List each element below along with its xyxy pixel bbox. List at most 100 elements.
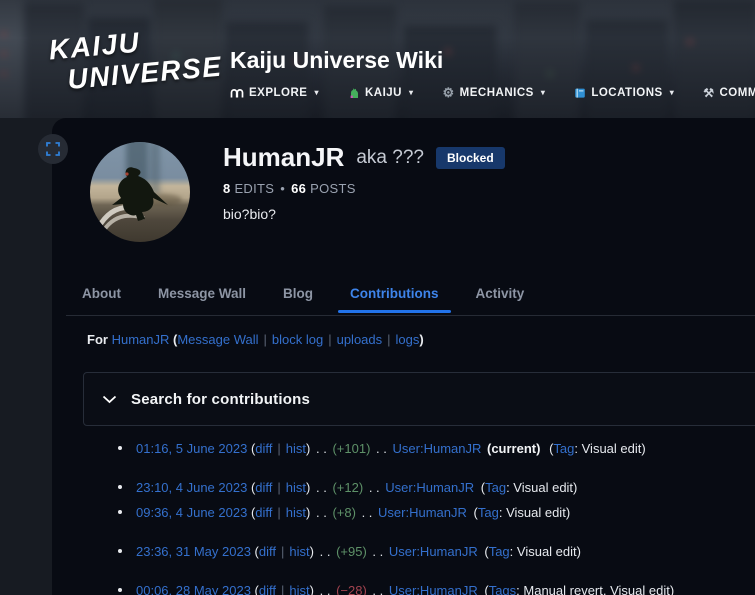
page-link[interactable]: User:HumanJR — [389, 544, 478, 559]
hist-link[interactable]: hist — [289, 583, 309, 595]
tag-text: : Visual edit — [574, 441, 642, 456]
posts-label: POSTS — [310, 181, 356, 196]
posts-count: 66 — [291, 181, 307, 196]
tab-about[interactable]: About — [80, 286, 123, 313]
timestamp-link[interactable]: 23:36, 31 May 2023 — [136, 544, 251, 559]
book-icon — [574, 87, 586, 99]
page: KAIJU UNIVERSE Kaiju Universe Wiki EXPLO… — [0, 0, 755, 595]
contributions-group: 23:36, 31 May 2023 (diff | hist) . . (+95)… — [116, 539, 674, 564]
tag-text: : Visual edit — [506, 480, 574, 495]
username: HumanJR — [223, 142, 345, 172]
chevron-down-icon: ▾ — [314, 88, 319, 97]
tag-link[interactable]: Tag — [489, 544, 510, 559]
message-wall-link[interactable]: Message Wall — [177, 332, 258, 347]
blocked-badge: Blocked — [435, 146, 505, 169]
contribution-entry: 23:36, 31 May 2023 (diff | hist) . . (+95)… — [116, 539, 674, 564]
timestamp-link[interactable]: 00:06, 28 May 2023 — [136, 583, 251, 595]
timestamp-link[interactable]: 23:10, 4 June 2023 — [136, 480, 247, 495]
profile-masthead: HumanJR aka ??? Blocked — [223, 142, 505, 173]
nav-label: COMMUNITY INFO — [719, 86, 755, 99]
tag-text: : Manual revert, Visual edit — [516, 583, 670, 595]
edits-count: 8 — [223, 181, 231, 196]
profile-bio: bio?bio? — [223, 206, 276, 222]
chevron-down-icon — [102, 395, 117, 404]
hist-link[interactable]: hist — [289, 544, 309, 559]
explore-icon — [230, 87, 244, 98]
profile-stats: 8 EDITS • 66 POSTS — [223, 181, 356, 196]
gear-icon: ⚙ — [442, 85, 455, 100]
tab-message-wall[interactable]: Message Wall — [156, 286, 248, 313]
page-link[interactable]: User:HumanJR — [378, 505, 467, 520]
contribution-entry: 09:36, 4 June 2023 (diff | hist) . . (+8) … — [116, 500, 674, 525]
tag-link[interactable]: Tag — [553, 441, 574, 456]
contributions-for-line: For HumanJR (Message Wall | block log | uplo… — [87, 332, 424, 347]
timestamp-link[interactable]: 01:16, 5 June 2023 — [136, 441, 247, 456]
byte-change: (+101) — [332, 441, 371, 456]
tabs-divider — [66, 315, 755, 316]
nav-kaiju[interactable]: KAIJU ▾ — [348, 87, 414, 99]
diff-link[interactable]: diff — [259, 544, 276, 559]
chevron-down-icon: ▾ — [409, 88, 414, 97]
logs-link[interactable]: logs — [396, 332, 420, 347]
contributions-group: 01:16, 5 June 2023 (diff | hist) . . (+101… — [116, 436, 674, 461]
tab-activity[interactable]: Activity — [474, 286, 527, 313]
diff-link[interactable]: diff — [255, 480, 272, 495]
diff-link[interactable]: diff — [255, 505, 272, 520]
community-header: KAIJU UNIVERSE Kaiju Universe Wiki EXPLO… — [0, 0, 755, 118]
contributions-list: 01:16, 5 June 2023 (diff | hist) . . (+101… — [116, 436, 674, 595]
contributions-group: 00:06, 28 May 2023 (diff | hist) . . (−28)… — [116, 578, 674, 595]
tag-text: : Visual edit — [509, 544, 577, 559]
byte-change: (+95) — [336, 544, 367, 559]
page-link[interactable]: User:HumanJR — [389, 583, 478, 595]
byte-change: (−28) — [336, 583, 367, 595]
edits-label: EDITS — [234, 181, 275, 196]
tab-contributions[interactable]: Contributions — [337, 286, 452, 313]
page-link[interactable]: User:HumanJR — [393, 441, 482, 456]
hist-link[interactable]: hist — [286, 441, 306, 456]
diff-link[interactable]: diff — [255, 441, 272, 456]
stats-separator: • — [280, 181, 286, 196]
search-panel-title: Search for contributions — [131, 390, 310, 408]
expand-icon — [46, 142, 60, 156]
user-link[interactable]: HumanJR — [112, 332, 170, 347]
avatar — [90, 142, 190, 242]
tag-text: : Visual edit — [498, 505, 566, 520]
nav-explore[interactable]: EXPLORE ▾ — [230, 87, 319, 99]
tag-link[interactable]: Tag — [485, 480, 506, 495]
contributions-group: 23:10, 4 June 2023 (diff | hist) . . (+12)… — [116, 475, 674, 525]
expand-profile-button[interactable] — [38, 134, 68, 164]
profile-tabs: About Message Wall Blog Contributions Ac… — [80, 286, 526, 313]
user-profile-content: HumanJR aka ??? Blocked 8 EDITS • 66 POSTS… — [52, 118, 755, 595]
uploads-link[interactable]: uploads — [337, 332, 383, 347]
timestamp-link[interactable]: 09:36, 4 June 2023 — [136, 505, 247, 520]
nav-mechanics[interactable]: ⚙ MECHANICS ▾ — [443, 86, 546, 99]
hist-link[interactable]: hist — [286, 480, 306, 495]
chevron-down-icon: ▾ — [669, 88, 675, 97]
contribution-entry: 01:16, 5 June 2023 (diff | hist) . . (+101… — [116, 436, 674, 461]
nav-locations[interactable]: LOCATIONS ▾ — [574, 87, 674, 99]
block-log-link[interactable]: block log — [272, 332, 323, 347]
tag-link[interactable]: Tag — [478, 505, 499, 520]
tag-link[interactable]: Tags — [489, 583, 516, 595]
nav-label: LOCATIONS — [591, 86, 663, 99]
tools-icon: ⚒ — [703, 85, 715, 100]
byte-change: (+8) — [332, 505, 356, 520]
byte-change: (+12) — [332, 480, 364, 495]
chevron-down-icon: ▾ — [540, 88, 546, 97]
kaiju-icon — [348, 87, 360, 99]
tab-blog[interactable]: Blog — [281, 286, 315, 313]
search-for-contributions-panel[interactable]: Search for contributions — [83, 372, 755, 426]
nav-community-info[interactable]: ⚒ COMMUNITY INFO ▾ — [703, 87, 755, 99]
current-marker: (current) — [487, 441, 541, 456]
diff-link[interactable]: diff — [259, 583, 276, 595]
kaiju-silhouette — [112, 167, 168, 221]
for-label: For — [87, 332, 108, 347]
top-navigation: EXPLORE ▾ KAIJU ▾ ⚙ MECHANICS ▾ LOCATION… — [230, 86, 755, 99]
hist-link[interactable]: hist — [286, 505, 306, 520]
contribution-entry: 00:06, 28 May 2023 (diff | hist) . . (−28)… — [116, 578, 674, 595]
contribution-entry: 23:10, 4 June 2023 (diff | hist) . . (+12)… — [116, 475, 674, 500]
nav-label: KAIJU — [364, 86, 402, 99]
wiki-title-link[interactable]: Kaiju Universe Wiki — [230, 47, 755, 74]
page-link[interactable]: User:HumanJR — [385, 480, 474, 495]
aka-alias: aka ??? — [356, 146, 424, 168]
